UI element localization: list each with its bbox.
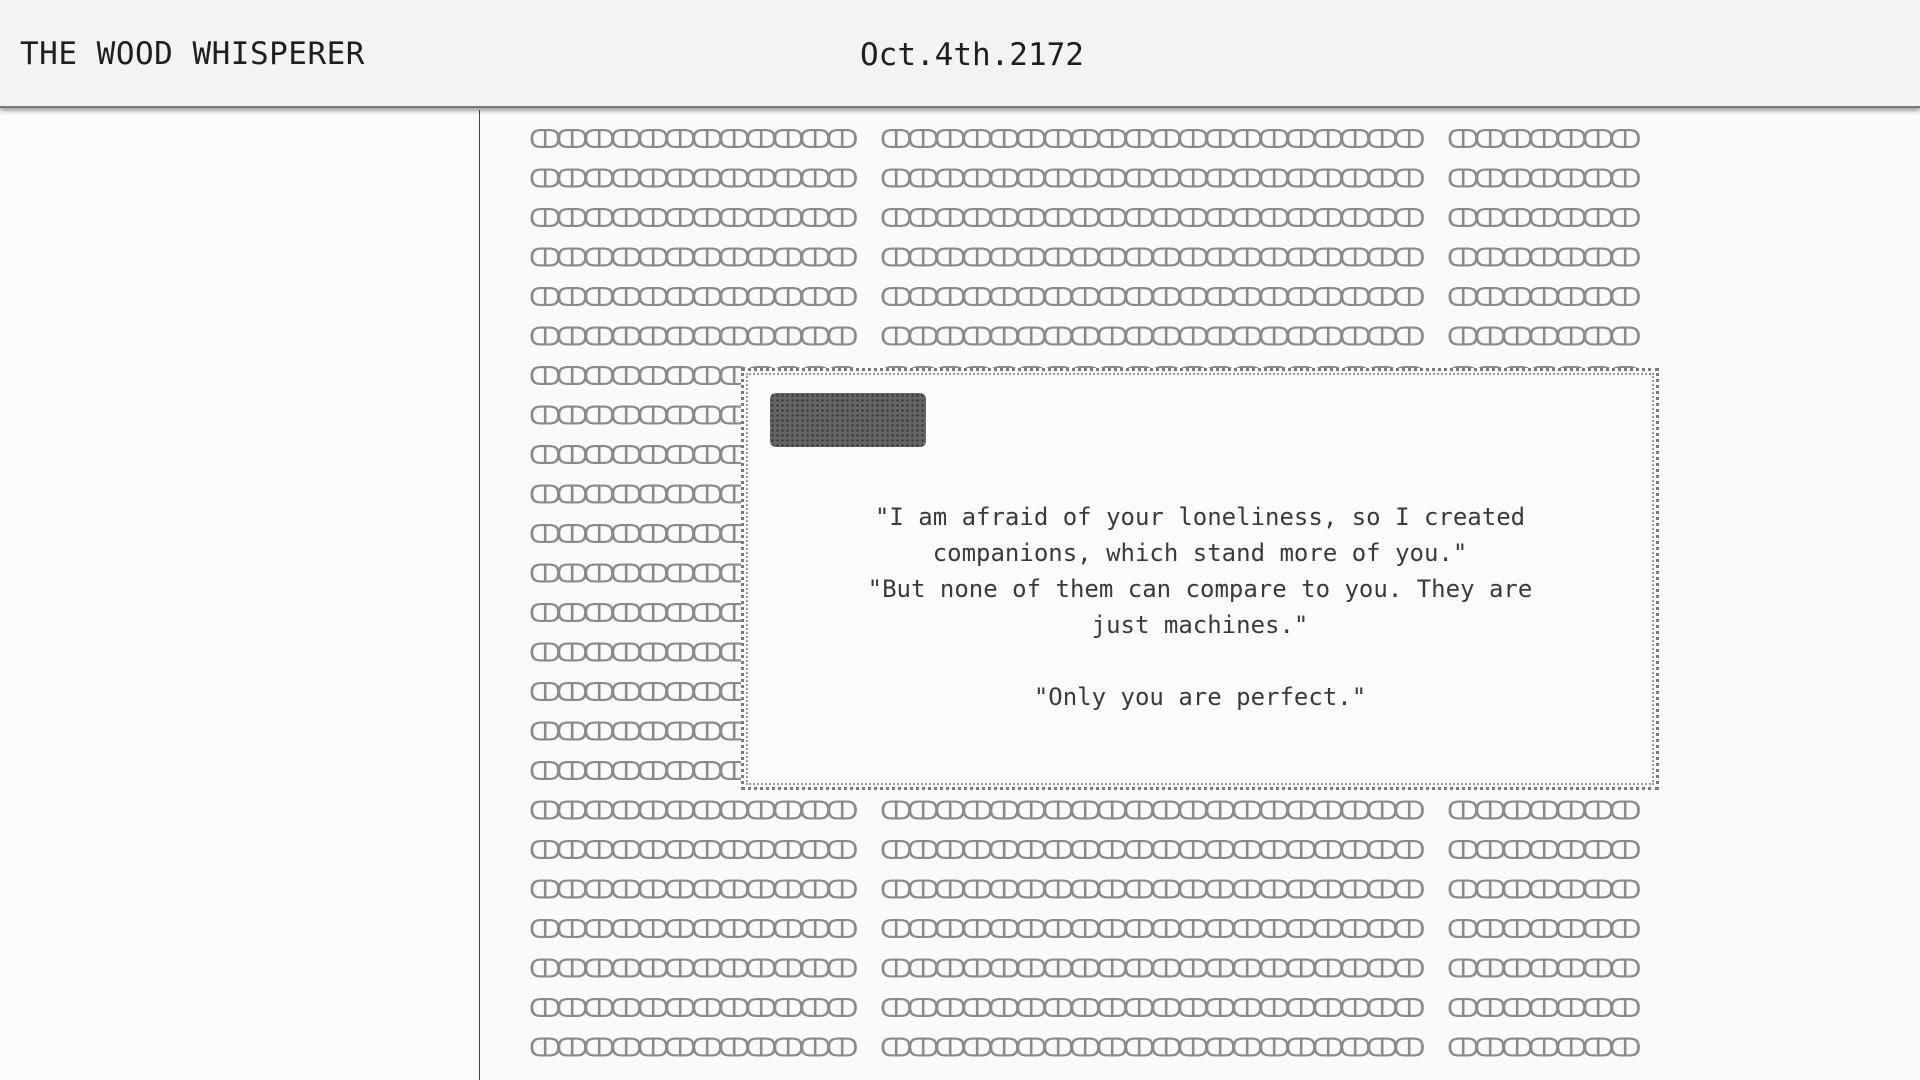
dialog-box[interactable]: "I am afraid of your loneliness, so I cr…	[741, 368, 1659, 790]
pattern-glyph: ↀ	[826, 244, 858, 274]
pattern-glyph: ↀ	[1393, 955, 1425, 985]
pattern-glyph: ↀ	[826, 125, 858, 155]
pattern-glyph: ↀ	[826, 797, 858, 827]
pattern-glyph: ↀ	[1393, 204, 1425, 234]
pattern-glyph: ↀ	[826, 283, 858, 313]
pattern-glyph: ↀ	[1393, 1034, 1425, 1064]
pattern-glyph: ↀ	[1609, 125, 1641, 155]
pattern-glyph: ↀ	[826, 1034, 858, 1064]
dialog-line: "Only you are perfect."	[1033, 683, 1367, 711]
pattern-glyph: ↀ	[826, 955, 858, 985]
side-panel	[0, 110, 480, 1080]
pattern-glyph: ↀ	[826, 836, 858, 866]
pattern-glyph: ↀ	[1393, 283, 1425, 313]
dialog-line: "I am afraid of your loneliness, so I cr…	[874, 503, 1526, 567]
pattern-glyph: ↀ	[1609, 915, 1641, 945]
pattern-glyph: ↀ	[1609, 244, 1641, 274]
dialog-spacer	[744, 643, 1656, 679]
pattern-glyph: ↀ	[1609, 1034, 1641, 1064]
pattern-glyph: ↀ	[826, 204, 858, 234]
pattern-glyph: ↀ	[1609, 323, 1641, 353]
dialog-text: "I am afraid of your loneliness, so I cr…	[744, 499, 1656, 715]
pattern-glyph: ↀ	[1393, 165, 1425, 195]
pattern-glyph: ↀ	[1393, 323, 1425, 353]
top-bar: THE WOOD WHISPERER Oct.4th.2172	[0, 0, 1920, 108]
game-date: Oct.4th.2172	[860, 37, 1084, 73]
pattern-glyph: ↀ	[1393, 244, 1425, 274]
pattern-glyph: ↀ	[1609, 994, 1641, 1024]
pattern-glyph: ↀ	[1393, 797, 1425, 827]
pattern-glyph: ↀ	[1609, 283, 1641, 313]
pattern-glyph: ↀ	[1393, 994, 1425, 1024]
pattern-glyph: ↀ	[1609, 797, 1641, 827]
pattern-glyph: ↀ	[1393, 125, 1425, 155]
pattern-glyph: ↀ	[1609, 876, 1641, 906]
pattern-glyph: ↀ	[826, 876, 858, 906]
pattern-glyph: ↀ	[1609, 165, 1641, 195]
pattern-glyph: ↀ	[1609, 204, 1641, 234]
pattern-glyph: ↀ	[1393, 876, 1425, 906]
pattern-glyph: ↀ	[826, 165, 858, 195]
ink-blot-icon	[770, 393, 926, 447]
pattern-glyph: ↀ	[1609, 955, 1641, 985]
pattern-glyph: ↀ	[1393, 915, 1425, 945]
pattern-glyph: ↀ	[1393, 836, 1425, 866]
game-title: THE WOOD WHISPERER	[20, 36, 365, 72]
pattern-glyph: ↀ	[826, 994, 858, 1024]
dialog-line: "But none of them can compare to you. Th…	[867, 575, 1533, 639]
pattern-glyph: ↀ	[826, 915, 858, 945]
pattern-glyph: ↀ	[1609, 836, 1641, 866]
pattern-glyph: ↀ	[826, 323, 858, 353]
